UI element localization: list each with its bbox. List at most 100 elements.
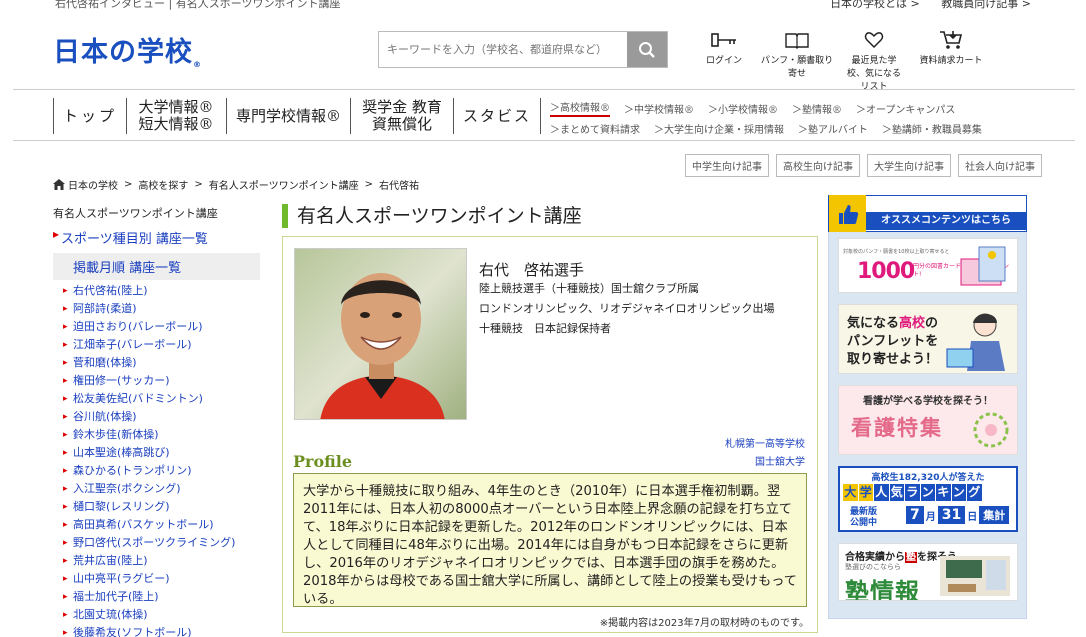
sub-nav-recruit[interactable]: ＞大学生向け企業・採用情報 xyxy=(654,121,784,136)
list-item[interactable]: 松友美佐紀(バドミントン) xyxy=(63,390,260,408)
university-ranking-banner[interactable]: 高校生182,320人が答えた 大 学 人 気 ラ ン キ ン グ 最新版 公開中… xyxy=(838,466,1018,532)
top-links: 日本の学校とは > 教職員向け記事 > xyxy=(812,0,1031,11)
sub-nav-open-campus[interactable]: ＞オープンキャンパス xyxy=(856,101,955,116)
login-icon xyxy=(711,33,736,47)
favorites-button[interactable]: 最近見た学校、気になるリスト xyxy=(836,30,912,94)
list-item[interactable]: 森ひかる(トランポリン) xyxy=(63,462,260,480)
athlete-portrait-image xyxy=(295,249,466,419)
sub-nav-junior-high[interactable]: ＞中学校情報® xyxy=(624,101,694,116)
ranking-char: 大 xyxy=(843,484,858,501)
list-item[interactable]: 右代啓祐(陸上) xyxy=(63,282,260,300)
university-articles-button[interactable]: 大学生向け記事 xyxy=(867,154,951,177)
nav-vocational[interactable]: 専門学校情報® xyxy=(226,98,350,134)
juku-info-banner[interactable]: 合格実績から塾を探そう 塾選びのこならら 塾情報 xyxy=(838,543,1018,601)
logo-text: 日本の学校 xyxy=(53,37,193,68)
list-item[interactable]: 権田修一(サッカー) xyxy=(63,372,260,390)
search-input[interactable] xyxy=(379,32,627,67)
list-item[interactable]: 福士加代子(陸上) xyxy=(63,588,260,606)
list-item[interactable]: 野口啓代(スポーツクライミング) xyxy=(63,534,260,552)
sub-nav-juku-parttime[interactable]: ＞塾アルバイト xyxy=(798,121,868,136)
list-item[interactable]: 谷川航(体操) xyxy=(63,408,260,426)
cart-icon xyxy=(940,31,963,49)
breadcrumb-home[interactable]: 日本の学校 xyxy=(68,177,118,192)
nursing-decoration xyxy=(973,412,1009,448)
sub-nav-elementary[interactable]: ＞小学校情報® xyxy=(708,101,778,116)
junior-high-articles-button[interactable]: 中学生向け記事 xyxy=(685,154,769,177)
nursing-feature-banner[interactable]: 看護が学べる学校を探そう！ 看護特集 xyxy=(838,385,1018,455)
athlete-info: 陸上競技選手（十種競技）国士舘クラブ所属 ロンドンオリンピック、リオデジャネイロ… xyxy=(479,279,774,339)
high-school-articles-button[interactable]: 高校生向け記事 xyxy=(776,154,860,177)
header-icons: ログイン パンフ・願書取り寄せ 最近見た学校、気になるリスト 資料請求カート xyxy=(690,30,990,94)
nav-top[interactable]: トップ xyxy=(53,98,126,134)
athlete-card: 右代 啓祐選手 陸上競技選手（十種競技）国士舘クラブ所属 ロンドンオリンピック、… xyxy=(282,236,818,633)
ranking-char: ラ xyxy=(905,484,920,501)
nav-scholarship-label: 奨学金 教育資無償化 xyxy=(362,98,442,133)
recommended-header: オススメコンテンツはこちら xyxy=(828,195,1027,232)
about-link[interactable]: 日本の学校とは > xyxy=(830,0,920,10)
sub-nav-high-school[interactable]: ＞高校情報® xyxy=(550,99,610,117)
list-item[interactable]: 迫田さおり(バレーボール) xyxy=(63,318,260,336)
list-item[interactable]: 阿部詩(柔道) xyxy=(63,300,260,318)
book-card-campaign-banner[interactable]: 対象校のパンフ・願書を10校以上取り寄せると 1000 円分の図書カードもれなく… xyxy=(838,238,1018,293)
breadcrumb-high-school[interactable]: 高校を探す xyxy=(138,177,188,192)
site-logo[interactable]: 日本の学校® xyxy=(53,30,202,69)
breadcrumb: 日本の学校 > 高校を探す > 有名人スポーツワンポイント講座 > 右代啓祐 xyxy=(53,177,419,192)
list-item[interactable]: 菅和磨(体操) xyxy=(63,354,260,372)
ranking-char: ン xyxy=(920,484,935,501)
logo-mark: ® xyxy=(193,60,202,69)
main-nav: トップ 大学情報® 短大情報® 専門学校情報® 奨学金 教育資無償化 スタビス xyxy=(53,98,542,134)
athlete-schools: 札幌第一高等学校 国士舘大学 xyxy=(725,436,805,472)
breadcrumb-separator: > xyxy=(124,179,133,190)
cart-button[interactable]: 資料請求カート xyxy=(913,30,989,94)
list-item[interactable]: 荒井広宙(陸上) xyxy=(63,552,260,570)
nursing-banner-title: 看護が学べる学校を探そう！ xyxy=(863,396,993,407)
top-crumbs: 右代啓祐インタビュー | 有名人スポーツワンポイント講座 xyxy=(55,0,341,10)
pamphlet-request-banner[interactable]: 気になる高校の パンフレットを 取り寄せよう！ xyxy=(838,304,1018,374)
nav-stabis[interactable]: スタビス xyxy=(453,98,542,134)
sidebar-link-by-month[interactable]: 掲載月順 講座一覧 xyxy=(53,253,260,280)
pamphlet-banner-line2: パンフレットを xyxy=(847,334,939,349)
pamphlet-button[interactable]: パンフ・願書取り寄せ xyxy=(759,30,835,94)
search-button[interactable] xyxy=(627,32,667,67)
list-item[interactable]: 樋口黎(レスリング) xyxy=(63,498,260,516)
list-item[interactable]: 鈴木歩佳(新体操) xyxy=(63,426,260,444)
nav-university[interactable]: 大学情報® 短大情報® xyxy=(126,98,226,134)
list-item[interactable]: 入江聖奈(ボクシング) xyxy=(63,480,260,498)
pamphlet-label: パンフ・願書取り寄せ xyxy=(760,56,834,79)
sidebar-link-by-sport[interactable]: スポーツ種目別 講座一覧 xyxy=(53,226,260,251)
ranking-month: 7 xyxy=(906,506,924,524)
login-button[interactable]: ログイン xyxy=(690,30,758,94)
nav-scholarship[interactable]: 奨学金 教育資無償化 xyxy=(350,98,453,134)
sub-nav-teacher-jobs[interactable]: ＞塾講師・教職員募集 xyxy=(882,121,982,136)
staff-articles-link[interactable]: 教職員向け記事 > xyxy=(941,0,1031,10)
audience-buttons: 中学生向け記事 高校生向け記事 大学生向け記事 社会人向け記事 xyxy=(685,154,1049,177)
ranking-banner-title: 大 学 人 気 ラ ン キ ン グ xyxy=(843,484,983,501)
breadcrumb-series[interactable]: 有名人スポーツワンポイント講座 xyxy=(209,177,359,192)
working-adult-articles-button[interactable]: 社会人向け記事 xyxy=(958,154,1042,177)
book-card-illustration xyxy=(960,246,1006,286)
list-item[interactable]: 山中亮平(ラグビー) xyxy=(63,570,260,588)
school-link-high-school[interactable]: 札幌第一高等学校 xyxy=(725,436,805,454)
banner-amount: 1000 xyxy=(857,259,915,284)
juku-banner-heading: 塾情報 xyxy=(845,578,920,601)
pamphlet-banner-line1a: 気になる xyxy=(847,316,900,331)
ranking-char: 学 xyxy=(858,484,873,501)
pamphlet-banner-line1b: 高校 xyxy=(899,316,926,331)
ranking-banner-caption: 高校生182,320人が答えた xyxy=(871,473,985,483)
list-item[interactable]: 江畑幸子(バレーボール) xyxy=(63,336,260,354)
page-title: 有名人スポーツワンポイント講座 xyxy=(282,204,582,228)
list-item[interactable]: 北園丈琉(体操) xyxy=(63,606,260,624)
sub-nav-bulk-request[interactable]: ＞まとめて資料請求 xyxy=(550,121,640,136)
sub-nav-juku[interactable]: ＞塾情報® xyxy=(792,101,842,116)
juku-banner-subcaption: 塾選びのこならら xyxy=(845,563,901,571)
login-label: ログイン xyxy=(705,56,742,66)
home-icon xyxy=(53,179,65,190)
recommended-header-label: オススメコンテンツはこちら xyxy=(866,211,1026,230)
school-link-university[interactable]: 国士舘大学 xyxy=(725,454,805,472)
ranking-char: 気 xyxy=(889,484,904,501)
list-item[interactable]: 高田真希(バスケットボール) xyxy=(63,516,260,534)
list-item[interactable]: 山本聖途(棒高跳び) xyxy=(63,444,260,462)
list-item[interactable]: 後藤希友(ソフトボール) xyxy=(63,624,260,637)
breadcrumb-current: 右代啓祐 xyxy=(378,181,419,192)
ranking-char: キ xyxy=(936,484,951,501)
